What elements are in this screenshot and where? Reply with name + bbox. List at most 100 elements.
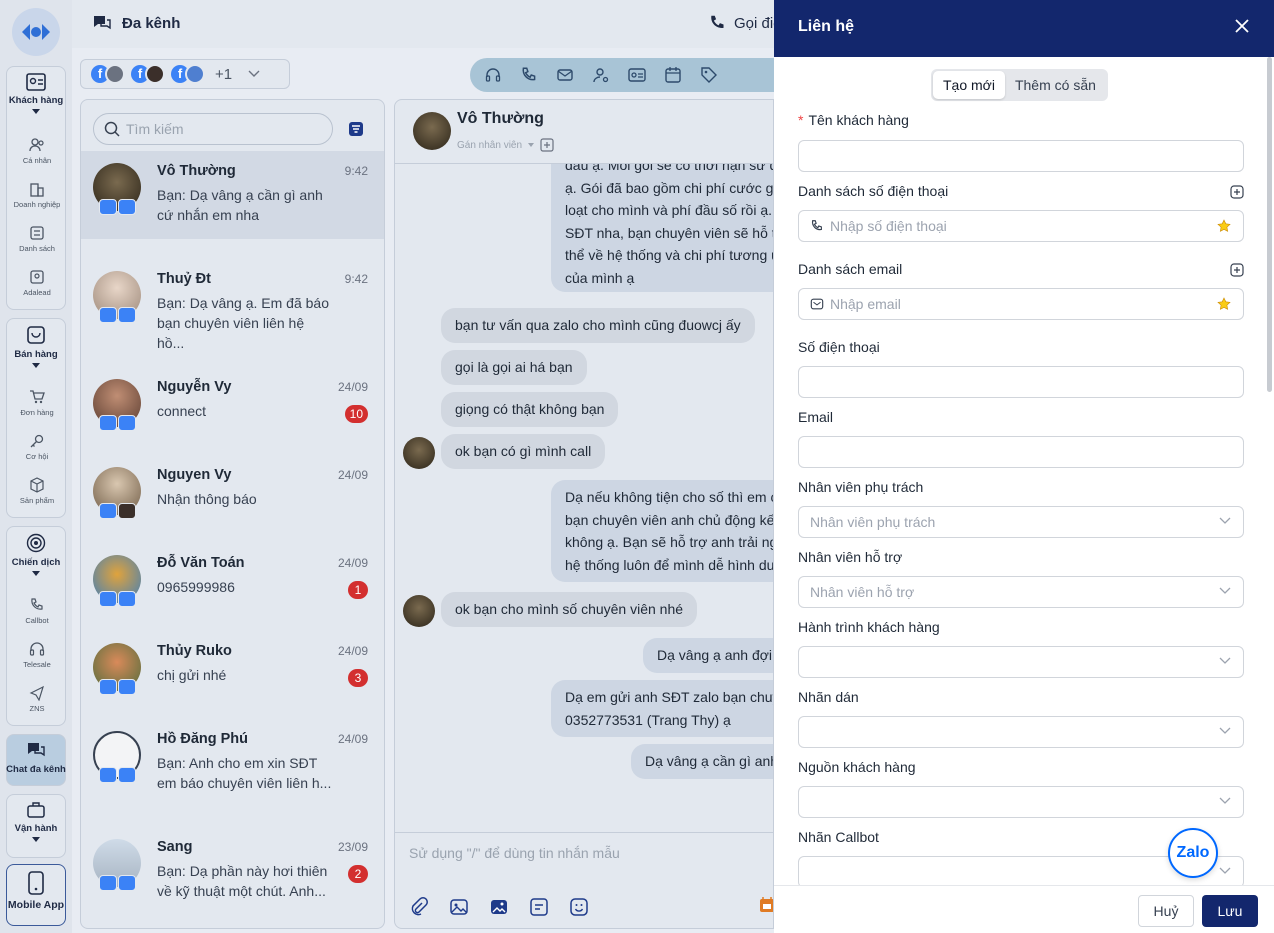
user-square-icon: [30, 270, 44, 284]
zalo-chat-button[interactable]: Zalo: [1168, 828, 1218, 878]
name-field[interactable]: [798, 140, 1244, 172]
filter-icon[interactable]: [348, 121, 364, 137]
app-logo[interactable]: [12, 8, 60, 56]
conversation-time: 24/09: [337, 556, 368, 570]
user-settings-icon[interactable]: [592, 66, 610, 84]
store-icon: [27, 326, 45, 344]
unread-badge: 3: [348, 669, 368, 687]
caret-down-icon: [32, 837, 40, 842]
rail-item-opportunity[interactable]: Cơ hội: [7, 425, 67, 469]
support-placeholder: Nhân viên hỗ trợ: [810, 584, 915, 600]
zalo-badge: [99, 591, 117, 607]
headset-icon[interactable]: [484, 66, 502, 84]
rail-ops[interactable]: Vận hành: [6, 794, 66, 858]
add-phone-icon[interactable]: [1230, 185, 1244, 199]
star-icon[interactable]: [1217, 219, 1231, 233]
rail-head-customers[interactable]: Khách hàng: [7, 67, 65, 129]
owner-select[interactable]: Nhân viên phụ trách: [798, 506, 1244, 538]
channel-badges: [99, 415, 137, 431]
channel-facebook-1[interactable]: f: [91, 64, 129, 84]
channel-selector[interactable]: f f f +1: [80, 59, 290, 89]
message-line: ok bạn cho mình số chuyên viên nhé: [455, 601, 684, 617]
rail-item-personal[interactable]: Cá nhân: [7, 129, 67, 173]
star-icon[interactable]: [1217, 297, 1231, 311]
cancel-button[interactable]: Huỷ: [1138, 895, 1194, 927]
journey-select[interactable]: [798, 646, 1244, 678]
rail-item-telesale[interactable]: Telesale: [7, 633, 67, 677]
emoji-icon[interactable]: [569, 897, 589, 917]
conversation-item[interactable]: Vô Thường Bạn: Dạ vâng ạ cần gì anh cứ n…: [81, 151, 384, 239]
box-icon: [30, 477, 44, 493]
contact-card-icon[interactable]: [628, 66, 646, 84]
rail-group-customers: Khách hàng Cá nhân Doanh nghiệp Danh sác…: [6, 66, 66, 310]
search-input[interactable]: Tìm kiếm: [93, 113, 333, 145]
message-line: gọi là gọi ai há bạn: [455, 359, 573, 375]
attachment-icon[interactable]: [409, 897, 429, 917]
support-select[interactable]: Nhân viên hỗ trợ: [798, 576, 1244, 608]
page-title: Đa kênh: [92, 14, 180, 32]
message-line: Dạ em gửi anh SĐT zalo bạn chuy: [565, 689, 774, 705]
zalo-badge: [99, 679, 117, 695]
zalo-badge: [99, 307, 117, 323]
conversation-name: Thuỷ Đt: [157, 271, 211, 287]
add-email-icon[interactable]: [1230, 263, 1244, 277]
rail-head-campaigns[interactable]: Chiến dịch: [7, 527, 65, 589]
gallery-icon[interactable]: [489, 897, 509, 917]
channel-facebook-3[interactable]: f: [171, 64, 209, 84]
phone-field[interactable]: [798, 366, 1244, 398]
template-icon[interactable]: [529, 897, 549, 917]
rail-item-adalead[interactable]: Adalead: [7, 261, 67, 305]
channel-badges: [99, 503, 137, 519]
image-icon[interactable]: [449, 897, 469, 917]
emails-label: Danh sách email: [798, 261, 903, 277]
briefcase-icon: [27, 802, 45, 818]
rail-item-zns[interactable]: ZNS: [7, 677, 67, 721]
message-line: thể về hệ thống và chi phí tương ứ: [565, 247, 774, 263]
rail-item-list[interactable]: Danh sách: [7, 217, 67, 261]
phone-icon[interactable]: [520, 66, 538, 84]
add-icon[interactable]: [540, 138, 554, 152]
conversation-time: 24/09: [337, 644, 368, 658]
channel-facebook-2[interactable]: f: [131, 64, 169, 84]
mail-icon[interactable]: [556, 66, 574, 84]
scrollbar[interactable]: [1267, 57, 1272, 392]
rail-group-campaigns: Chiến dịch Callbot Telesale ZNS: [6, 526, 66, 726]
message-line: loạt cho mình và phí đầu số rồi ạ. E: [565, 202, 774, 218]
email-field[interactable]: [798, 436, 1244, 468]
composer-tools: [409, 897, 774, 917]
tag-select[interactable]: [798, 716, 1244, 748]
facebook-badge: [99, 503, 117, 519]
call-button[interactable]: Gọi điệ: [708, 14, 782, 32]
phone-icon: [711, 15, 724, 28]
calendar-icon[interactable]: [759, 897, 774, 913]
message-line: 0352773531 (Trang Thy) ạ: [565, 711, 731, 728]
message-composer[interactable]: Sử dụng "/" để dùng tin nhắn mẫu: [395, 832, 774, 928]
rail-item-callbot[interactable]: Callbot: [7, 589, 67, 633]
phone-list-input[interactable]: Nhập số điện thoại: [798, 210, 1244, 242]
conversation-item[interactable]: Hồ Đăng Phú Bạn: Anh cho em xin SĐT em b…: [81, 719, 384, 807]
rail-chat[interactable]: Chat đa kênh: [6, 734, 66, 786]
rail-item-business[interactable]: Doanh nghiệp: [7, 173, 67, 217]
conversation-item[interactable]: Thủy Ruko chị gửi nhé 24/09 3: [81, 631, 384, 719]
tab-add-existing[interactable]: Thêm có sẵn: [1005, 71, 1106, 99]
tag-icon[interactable]: [700, 66, 718, 84]
rail-head-sales[interactable]: Bán hàng: [7, 319, 65, 381]
conversation-item[interactable]: Nguyễn Vy connect 24/09 10: [81, 367, 384, 455]
rail-item-orders[interactable]: Đơn hàng: [7, 381, 67, 425]
source-select[interactable]: [798, 786, 1244, 818]
calendar-icon[interactable]: [664, 66, 682, 84]
rail-item-products[interactable]: Sản phẩm: [7, 469, 67, 513]
assign-staff[interactable]: Gán nhân viên: [457, 138, 554, 152]
close-icon[interactable]: [1234, 18, 1250, 34]
conversation-item[interactable]: Sang Bạn: Dạ phần này hơi thiên về kỹ th…: [81, 827, 384, 915]
conversation-item[interactable]: Thuỷ Đt Bạn: Dạ vâng ạ. Em đã báo bạn ch…: [81, 259, 384, 351]
conversation-item[interactable]: Nguyen Vy Nhận thông báo 24/09: [81, 455, 384, 543]
email-list-input[interactable]: Nhập email: [798, 288, 1244, 320]
save-button[interactable]: Lưu: [1202, 895, 1258, 927]
message-bubble: bạn tư vấn qua zalo cho mình cũng đuowcj…: [441, 308, 755, 343]
conversation-item[interactable]: Đỗ Văn Toán 0965999986 24/09 1: [81, 543, 384, 631]
rail-mobile-app[interactable]: Mobile App: [6, 864, 66, 926]
tab-create-new[interactable]: Tạo mới: [933, 71, 1005, 99]
rail-label: Doanh nghiệp: [13, 200, 61, 209]
message-bubble: gọi là gọi ai há bạn: [441, 350, 587, 385]
